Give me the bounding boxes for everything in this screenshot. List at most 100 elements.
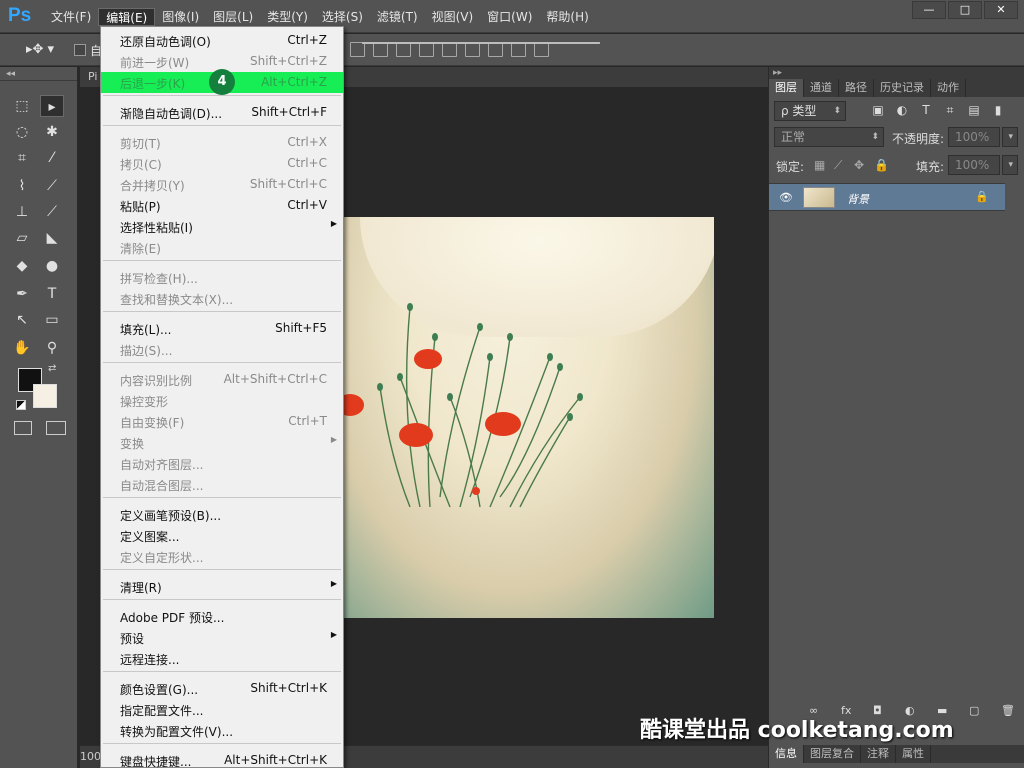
menu-view[interactable]: 视图(V): [425, 8, 481, 26]
magic-wand-tool-icon[interactable]: ✱: [40, 121, 64, 143]
new-layer-icon[interactable]: ▢: [969, 704, 985, 718]
toolbox-collapse-icon[interactable]: ◂◂: [0, 67, 77, 81]
pen-tool-icon[interactable]: ✒: [10, 283, 34, 305]
menu-item-puppet-warp[interactable]: 操控变形: [101, 390, 343, 411]
zoom-tool-icon[interactable]: ⚲: [40, 337, 64, 359]
crop-tool-icon[interactable]: ⌗: [10, 147, 34, 169]
type-filter-icon[interactable]: T: [918, 103, 934, 119]
lasso-tool-icon[interactable]: ◌: [10, 121, 34, 143]
move-tool-preset[interactable]: ▸✥ ▾: [26, 42, 62, 58]
menu-filter[interactable]: 滤镜(T): [370, 8, 425, 26]
dodge-tool-icon[interactable]: ●: [40, 255, 64, 277]
menu-file[interactable]: 文件(F): [44, 8, 98, 26]
paint-bucket-tool-icon[interactable]: ◣: [40, 227, 64, 249]
opacity-slider-button[interactable]: ▾: [1002, 127, 1018, 147]
align-hcenter-icon[interactable]: [419, 42, 434, 57]
shape-filter-icon[interactable]: ⌗: [942, 103, 958, 119]
menu-layer[interactable]: 图层(L): [206, 8, 260, 26]
menu-item-find-replace[interactable]: 查找和替换文本(X)...: [101, 288, 343, 309]
menu-item-remote-connections[interactable]: 远程连接...: [101, 648, 343, 669]
blur-tool-icon[interactable]: ◆: [10, 255, 34, 277]
blend-mode-dropdown[interactable]: 正常 ⬍: [774, 127, 884, 147]
menu-item-color-settings[interactable]: 颜色设置(G)... Shift+Ctrl+K: [101, 678, 343, 699]
smart-object-filter-icon[interactable]: ▤: [966, 103, 982, 119]
maximize-button[interactable]: □: [948, 1, 982, 19]
healing-brush-tool-icon[interactable]: ⌇: [10, 175, 34, 197]
menu-item-paste[interactable]: 粘贴(P) Ctrl+V: [101, 195, 343, 216]
zoom-level[interactable]: 100: [80, 750, 101, 763]
clone-stamp-tool-icon[interactable]: ⊥: [10, 201, 34, 223]
menu-item-define-brush[interactable]: 定义画笔预设(B)...: [101, 504, 343, 525]
brush-tool-icon[interactable]: ⟋: [40, 175, 64, 197]
align-bottom-icon[interactable]: [396, 42, 411, 57]
menu-item-assign-profile[interactable]: 指定配置文件...: [101, 699, 343, 720]
rectangle-tool-icon[interactable]: ▭: [40, 309, 64, 331]
opacity-input[interactable]: 100%: [948, 127, 1000, 147]
tab-actions[interactable]: 动作: [931, 79, 966, 97]
adjustment-filter-icon[interactable]: ◐: [894, 103, 910, 119]
menu-select[interactable]: 选择(S): [315, 8, 370, 26]
menu-item-copy[interactable]: 拷贝(C) Ctrl+C: [101, 153, 343, 174]
menu-type[interactable]: 类型(Y): [260, 8, 315, 26]
eye-icon[interactable]: 👁: [779, 191, 793, 204]
menu-item-undo[interactable]: 还原自动色调(O) Ctrl+Z: [101, 30, 343, 51]
menu-item-define-pattern[interactable]: 定义图案...: [101, 525, 343, 546]
menu-item-paste-special[interactable]: 选择性粘贴(I) ▶: [101, 216, 343, 237]
delete-layer-icon[interactable]: 🗑: [1001, 704, 1017, 718]
menu-item-clear[interactable]: 清除(E): [101, 237, 343, 258]
filter-toggle-icon[interactable]: ▮: [990, 103, 1006, 119]
menu-item-pdf-presets[interactable]: Adobe PDF 预设...: [101, 606, 343, 627]
tab-notes[interactable]: 注释: [861, 745, 896, 763]
menu-item-spell-check[interactable]: 拼写检查(H)...: [101, 267, 343, 288]
menu-item-auto-blend[interactable]: 自动混合图层...: [101, 474, 343, 495]
minimize-button[interactable]: —: [912, 1, 946, 19]
auto-select-checkbox[interactable]: [74, 44, 86, 56]
move-tool-icon[interactable]: ▸: [40, 95, 64, 117]
menu-item-fill[interactable]: 填充(L)... Shift+F5: [101, 318, 343, 339]
tab-layers[interactable]: 图层: [769, 79, 804, 97]
screen-mode-icon[interactable]: [46, 421, 66, 435]
auto-align-icon[interactable]: [362, 42, 600, 44]
close-button[interactable]: ✕: [984, 1, 1018, 19]
menu-item-free-transform[interactable]: 自由变换(F) Ctrl+T: [101, 411, 343, 432]
distribute-vcenter-icon[interactable]: [465, 42, 480, 57]
pixel-filter-icon[interactable]: ▣: [870, 103, 886, 119]
menu-item-purge[interactable]: 清理(R) ▶: [101, 576, 343, 597]
type-tool-icon[interactable]: T: [40, 283, 64, 305]
menu-item-content-aware-scale[interactable]: 内容识别比例 Alt+Shift+Ctrl+C: [101, 369, 343, 390]
menu-item-define-shape[interactable]: 定义自定形状...: [101, 546, 343, 567]
marquee-tool-icon[interactable]: ⬚: [10, 95, 34, 117]
lock-pixels-icon[interactable]: ⟋: [834, 158, 842, 173]
layer-row-background[interactable]: 👁 背景 🔒: [769, 183, 1005, 211]
tab-layer-comps[interactable]: 图层复合: [804, 745, 861, 763]
background-color-swatch[interactable]: [33, 384, 57, 408]
align-top-icon[interactable]: [350, 42, 365, 57]
distribute-right-icon[interactable]: [534, 42, 549, 57]
fill-slider-button[interactable]: ▾: [1002, 155, 1018, 175]
menu-item-fade[interactable]: 渐隐自动色调(D)... Shift+Ctrl+F: [101, 102, 343, 123]
tab-history[interactable]: 历史记录: [874, 79, 931, 97]
menu-help[interactable]: 帮助(H): [539, 8, 595, 26]
fill-input[interactable]: 100%: [948, 155, 1000, 175]
tab-channels[interactable]: 通道: [804, 79, 839, 97]
swap-colors-icon[interactable]: ⇄: [48, 363, 56, 374]
distribute-bottom-icon[interactable]: [488, 42, 503, 57]
tab-info[interactable]: 信息: [769, 745, 804, 763]
distribute-hcenter-icon[interactable]: [511, 42, 526, 57]
eyedropper-tool-icon[interactable]: ⁄: [40, 147, 64, 169]
default-colors-icon[interactable]: [16, 400, 26, 410]
tab-properties[interactable]: 属性: [896, 745, 931, 763]
history-brush-tool-icon[interactable]: ⟋: [40, 201, 64, 223]
lock-position-icon[interactable]: ✥: [854, 158, 864, 172]
menu-item-auto-align[interactable]: 自动对齐图层...: [101, 453, 343, 474]
menu-item-convert-profile[interactable]: 转换为配置文件(V)...: [101, 720, 343, 741]
layer-kind-dropdown[interactable]: ρ 类型 ⬍: [774, 101, 846, 121]
panel-collapse-icon[interactable]: ▸▸: [769, 67, 1024, 79]
menu-image[interactable]: 图像(I): [155, 8, 206, 26]
menu-item-presets[interactable]: 预设 ▶: [101, 627, 343, 648]
align-vcenter-icon[interactable]: [373, 42, 388, 57]
lock-transparent-icon[interactable]: ▦: [814, 158, 825, 172]
tab-paths[interactable]: 路径: [839, 79, 874, 97]
eraser-tool-icon[interactable]: ▱: [10, 227, 34, 249]
menu-item-copy-merged[interactable]: 合并拷贝(Y) Shift+Ctrl+C: [101, 174, 343, 195]
